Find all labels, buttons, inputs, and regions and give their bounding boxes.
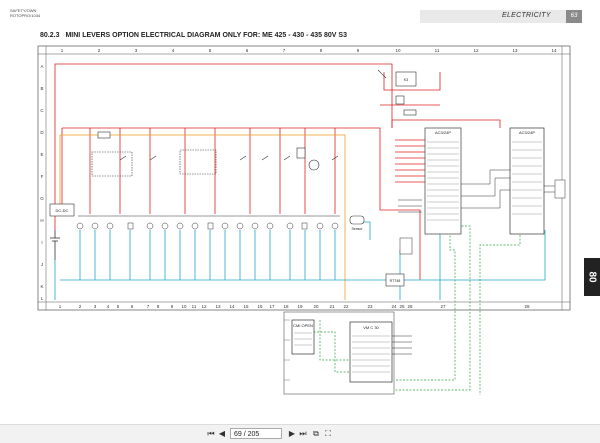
fullscreen-icon[interactable]: ⛶	[322, 428, 334, 440]
row-h: H	[40, 218, 43, 223]
col-3: 3	[135, 48, 138, 53]
bottom-num-15: 15	[243, 304, 249, 309]
bottom-num-17: 17	[269, 304, 275, 309]
bottom-num-11: 11	[192, 304, 197, 309]
lamp-row	[76, 222, 339, 230]
ac-controller-1	[424, 127, 462, 235]
cmi-module-label: CMI OPEN	[293, 323, 313, 328]
col-9: 9	[357, 48, 360, 53]
col-13: 13	[512, 48, 518, 53]
relay-label: K3	[404, 78, 408, 82]
bottom-num-5: 5	[117, 304, 120, 309]
bottom-num-9: 9	[171, 304, 174, 309]
bottom-num-18: 18	[283, 304, 289, 309]
controller-link	[461, 169, 510, 209]
bottom-num-8: 8	[157, 304, 160, 309]
aux-arrows	[398, 199, 422, 255]
row-b: B	[40, 86, 43, 91]
bottom-num-7: 7	[147, 304, 150, 309]
vmc-module-label: VM C 30	[363, 325, 379, 330]
rtt-module-label: RTT48	[390, 279, 401, 283]
pdf-toolbar: ⏮ ◀ 69 / 205 ▶ ⏭ ⧉ ⛶	[0, 424, 600, 443]
bottom-num-14: 14	[229, 304, 235, 309]
prev-page-icon[interactable]: ◀	[216, 428, 228, 440]
bottom-num-3: 3	[94, 304, 97, 309]
col-5: 5	[209, 48, 212, 53]
vmc-right-wires	[392, 335, 412, 355]
speed-sensor	[349, 215, 365, 225]
col-12: 12	[473, 48, 479, 53]
ac-controller-1-label: AC3/24P	[435, 130, 451, 135]
row-d: D	[40, 130, 44, 135]
row-j: J	[41, 262, 43, 267]
row-e: E	[40, 152, 43, 157]
bottom-num-1: 1	[59, 304, 62, 309]
page-number-input[interactable]: 69 / 205	[230, 428, 282, 439]
green-wires	[310, 225, 521, 395]
row-k: K	[40, 284, 43, 289]
vmc-module	[349, 321, 393, 383]
row-l: L	[41, 296, 44, 301]
bottom-num-25: 25	[399, 304, 405, 309]
row-c: C	[40, 108, 44, 113]
bottom-num-12: 12	[201, 304, 207, 309]
bottom-num-19: 19	[297, 304, 303, 309]
bottom-num-28: 28	[524, 304, 530, 309]
col-8: 8	[320, 48, 323, 53]
dcdc-label: DC-DC	[56, 208, 69, 213]
col-4: 4	[172, 48, 175, 53]
electrical-diagram: 1 2 3 4 5 6 7 8 9 10 11 12 13 14 A B C D…	[37, 45, 571, 395]
last-page-icon[interactable]: ⏭	[297, 428, 309, 440]
col-2: 2	[98, 48, 101, 53]
row-g: G	[40, 196, 44, 201]
ac-controller-2	[509, 127, 545, 235]
ac2-connector	[544, 179, 566, 199]
bottom-num-26: 26	[407, 304, 413, 309]
col-7: 7	[283, 48, 286, 53]
orange-wires	[59, 134, 346, 300]
bottom-num-4: 4	[107, 304, 110, 309]
bottom-num-24: 24	[391, 304, 397, 309]
col-1: 1	[61, 48, 64, 53]
row-f: F	[41, 174, 44, 179]
row-i: I	[41, 240, 42, 245]
bottom-num-20: 20	[313, 304, 319, 309]
bottom-num-22: 22	[343, 304, 349, 309]
bottom-num-13: 13	[215, 304, 221, 309]
ac-controller-2-label: AC3/24P	[519, 130, 535, 135]
col-10: 10	[395, 48, 401, 53]
bottom-num-27: 27	[440, 304, 446, 309]
fit-page-icon[interactable]: ⧉	[310, 428, 322, 440]
bottom-num-2: 2	[79, 304, 82, 309]
row-a: A	[40, 64, 43, 69]
lower-frame-ticks	[284, 319, 290, 381]
bottom-num-6: 6	[131, 304, 134, 309]
bottom-num-10: 10	[181, 304, 187, 309]
battery-symbol	[50, 230, 60, 260]
col-6: 6	[246, 48, 249, 53]
bottom-num-21: 21	[329, 304, 335, 309]
sensor-label: Sensor	[351, 227, 363, 231]
bottom-num-23: 23	[367, 304, 373, 309]
bottom-num-16: 16	[257, 304, 263, 309]
col-11: 11	[435, 48, 440, 53]
col-14: 14	[551, 48, 557, 53]
